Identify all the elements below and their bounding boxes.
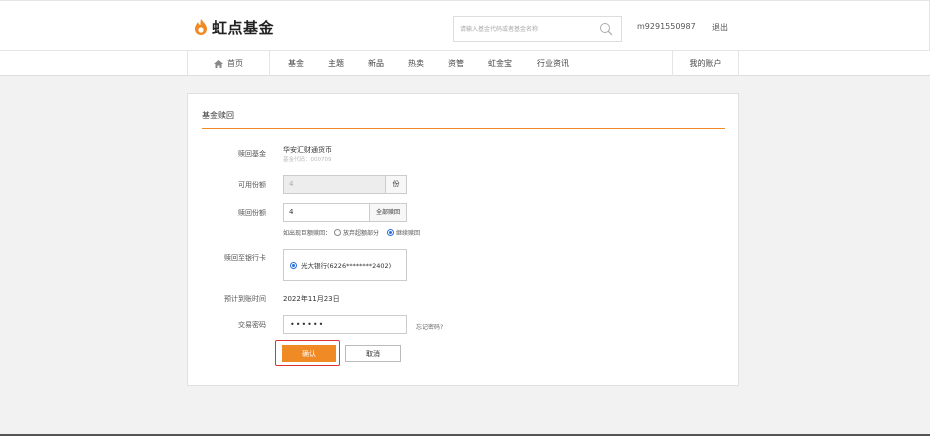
option-abandon-label[interactable]: 放弃超额部分	[343, 228, 379, 237]
nav-container: 首页 基金 主题 新品 热卖 资管 虹金宝 行业资讯 我的账户	[187, 51, 739, 76]
bank-card-option[interactable]: 光大银行(6226********2402)	[283, 249, 407, 281]
redeem-shares-label: 赎回份额	[238, 209, 266, 217]
logo[interactable]: 虹点基金	[194, 17, 274, 37]
nav-item-hot[interactable]: 热卖	[408, 58, 424, 69]
search-bar	[453, 16, 622, 42]
available-shares-label: 可用份额	[238, 181, 266, 189]
nav-item-theme[interactable]: 主题	[328, 58, 344, 69]
nav-home[interactable]: 首页	[188, 51, 270, 76]
bank-card-label: 赎回至银行卡	[224, 254, 266, 262]
bank-card-value: 光大银行(6226********2402)	[301, 262, 392, 270]
redeem-shares-input[interactable]: 4	[283, 203, 370, 222]
cancel-button[interactable]: 取消	[345, 345, 401, 362]
huge-redeem-prompt: 如出现巨额赎回：	[283, 230, 332, 237]
nav-item-asset-mgmt[interactable]: 资管	[448, 58, 464, 69]
redeem-panel: 基金赎回 赎回基金 华安汇财通货币 基金代码：000709 可用份额 4 份 赎…	[187, 93, 739, 386]
search-input[interactable]	[454, 17, 584, 41]
radio-bank-card[interactable]	[290, 261, 297, 269]
available-shares-field: 4	[283, 175, 386, 194]
main-nav: 首页 基金 主题 新品 热卖 资管 虹金宝 行业资讯 我的账户	[0, 50, 930, 76]
nav-my-account[interactable]: 我的账户	[672, 51, 738, 76]
nav-item-hongjinbao[interactable]: 虹金宝	[488, 58, 512, 69]
trade-password-input[interactable]: ••••••	[283, 315, 407, 334]
title-divider	[202, 128, 725, 129]
home-icon	[214, 59, 223, 68]
nav-item-new[interactable]: 新品	[368, 58, 384, 69]
shares-unit: 份	[385, 175, 407, 194]
trade-password-label: 交易密码	[238, 321, 266, 329]
arrival-time-label: 预计到账时间	[224, 295, 266, 303]
page-title: 基金赎回	[202, 111, 234, 120]
search-icon[interactable]	[599, 22, 613, 36]
nav-item-fund[interactable]: 基金	[288, 58, 304, 69]
huge-redeem-options: 如出现巨额赎回： 放弃超额部分 继续赎回	[283, 228, 420, 237]
logo-text: 虹点基金	[212, 18, 275, 37]
redeem-all-button[interactable]: 全部赎回	[369, 203, 407, 222]
radio-continue-redeem[interactable]	[387, 229, 395, 236]
nav-item-industry-news[interactable]: 行业资讯	[537, 58, 569, 69]
flame-logo-icon	[195, 19, 207, 35]
nav-home-label: 首页	[227, 59, 243, 68]
fund-name: 华安汇财通货币	[283, 146, 332, 154]
arrival-time-value: 2022年11月23日	[283, 295, 340, 303]
forgot-password-link[interactable]: 忘记密码?	[416, 322, 443, 331]
user-id[interactable]: m9291550987	[637, 22, 696, 31]
logout-link[interactable]: 退出	[712, 22, 728, 33]
option-continue-label[interactable]: 继续赎回	[396, 228, 420, 237]
fund-label: 赎回基金	[238, 150, 266, 158]
top-header: 虹点基金 m9291550987 退出	[0, 0, 930, 50]
fund-code: 基金代码：000709	[283, 157, 332, 163]
radio-abandon-excess[interactable]	[334, 229, 342, 236]
confirm-button[interactable]: 确认	[282, 345, 336, 362]
